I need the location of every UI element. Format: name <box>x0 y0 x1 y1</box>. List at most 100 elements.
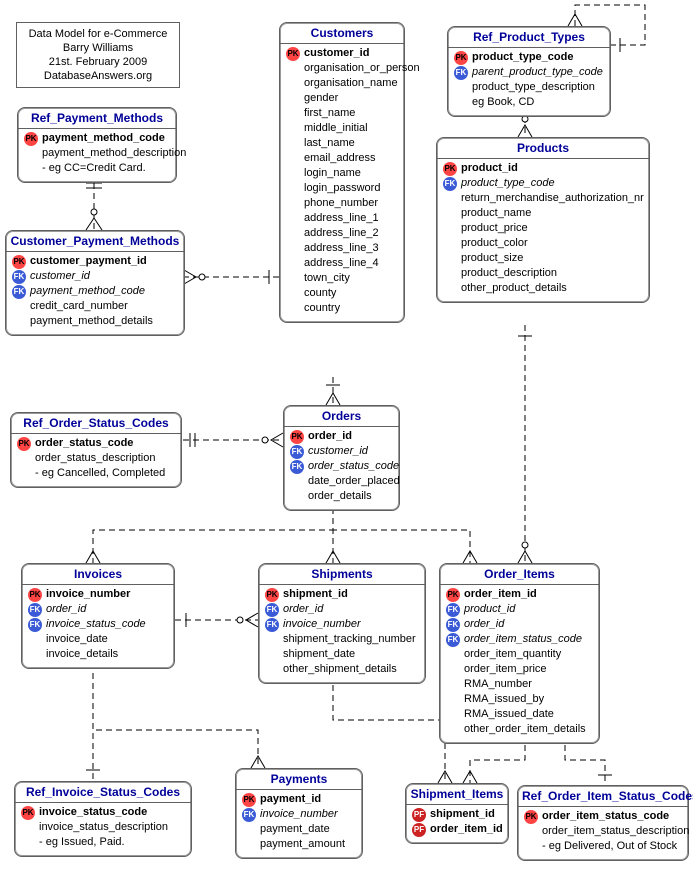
column: organisation_or_person <box>304 61 420 76</box>
column: invoice_number <box>283 617 419 632</box>
column: customer_id <box>30 269 178 284</box>
column: product_color <box>461 236 643 251</box>
entity-ref-product-types: Ref_Product_Types PKproduct_type_code FK… <box>447 26 611 117</box>
column: order_item_status_code <box>464 632 593 647</box>
column: product_id <box>464 602 593 617</box>
pk-icon: PK <box>265 588 279 602</box>
column: order_status_code <box>308 459 399 474</box>
entity-orders: Orders PK order_id FK customer_id FK order_… <box>283 405 400 511</box>
column: - eg Delivered, Out of Stock <box>542 839 682 854</box>
column: payment_method_details <box>30 314 178 329</box>
note-line: DatabaseAnswers.org <box>23 69 173 83</box>
column: county <box>304 286 398 301</box>
column: invoice_status_code <box>46 617 168 632</box>
column: organisation_name <box>304 76 398 91</box>
fk-icon: FK <box>454 66 468 80</box>
pk-icon: PK <box>28 588 42 602</box>
fk-icon: FK <box>446 618 460 632</box>
fk-icon: FK <box>443 177 457 191</box>
entity-invoices: Invoices PK invoice_number FK order_id FK i… <box>21 563 175 669</box>
entity-shipments: Shipments PKshipment_id FKorder_id FKinv… <box>258 563 426 684</box>
column: invoice_status_code <box>39 805 185 820</box>
column: parent_product_type_code <box>472 65 604 80</box>
fk-icon: FK <box>446 603 460 617</box>
column: order_item_id <box>464 587 593 602</box>
column: product_size <box>461 251 643 266</box>
pk-icon: PK <box>12 255 26 269</box>
entity-title: Order_Items <box>440 564 599 585</box>
column: shipment_tracking_number <box>283 632 419 647</box>
column: credit_card_number <box>30 299 178 314</box>
fk-icon: FK <box>265 618 279 632</box>
fk-icon: FK <box>290 460 304 474</box>
column: return_merchandise_authorization_nr <box>461 191 644 206</box>
column: customer_id <box>304 46 398 61</box>
column: email_address <box>304 151 398 166</box>
entity-title: Customers <box>280 23 404 44</box>
pk-icon: PK <box>290 430 304 444</box>
column: date_order_placed <box>308 474 400 489</box>
column: address_line_1 <box>304 211 398 226</box>
column: payment_method_code <box>30 284 178 299</box>
note-line: Data Model for e-Commerce <box>23 27 173 41</box>
pk-icon: PK <box>446 588 460 602</box>
fk-icon: FK <box>290 445 304 459</box>
column: invoice_number <box>260 807 356 822</box>
column: payment_amount <box>260 837 356 852</box>
pk-icon: PK <box>286 47 300 61</box>
column: payment_method_description <box>42 146 186 161</box>
column: RMA_issued_by <box>464 692 593 707</box>
column: address_line_4 <box>304 256 398 271</box>
column: last_name <box>304 136 398 151</box>
column: customer_payment_id <box>30 254 178 269</box>
entity-customer-payment-methods: Customer_Payment_Methods PKcustomer_paym… <box>5 230 185 336</box>
pk-icon: PK <box>17 437 31 451</box>
column: country <box>304 301 398 316</box>
column: payment_date <box>260 822 356 837</box>
entity-shipment-items: Shipment_Items PFshipment_id PForder_ite… <box>405 783 509 844</box>
fk-icon: FK <box>446 633 460 647</box>
entity-title: Ref_Order_Status_Codes <box>11 413 181 434</box>
entity-title: Payments <box>236 769 362 790</box>
column: customer_id <box>308 444 393 459</box>
entity-title: Invoices <box>22 564 174 585</box>
column: product_description <box>461 266 643 281</box>
column: order_id <box>46 602 168 617</box>
column: shipment_id <box>283 587 419 602</box>
column: - eg Issued, Paid. <box>39 835 185 850</box>
column: payment_method_code <box>42 131 170 146</box>
entity-title: Ref_Invoice_Status_Codes <box>15 782 191 803</box>
column: other_order_item_details <box>464 722 593 737</box>
entity-title: Ref_Order_Item_Status_Codes <box>518 786 688 807</box>
column: order_id <box>308 429 393 444</box>
column: gender <box>304 91 398 106</box>
column: login_password <box>304 181 398 196</box>
entity-ref-invoice-status-codes: Ref_Invoice_Status_Codes PKinvoice_statu… <box>14 781 192 857</box>
column: order_item_status_description <box>542 824 689 839</box>
column: product_name <box>461 206 643 221</box>
column: order_status_code <box>35 436 175 451</box>
pk-icon: PK <box>524 810 538 824</box>
column: first_name <box>304 106 398 121</box>
column: invoice_date <box>46 632 168 647</box>
fk-icon: FK <box>12 285 26 299</box>
column: order_id <box>464 617 593 632</box>
entity-order-items: Order_Items PK order_item_id FK product_id… <box>439 563 600 744</box>
column: payment_id <box>260 792 356 807</box>
entity-title: Orders <box>284 406 399 427</box>
column: order_item_status_code <box>542 809 682 824</box>
fk-icon: FK <box>28 603 42 617</box>
pf-icon: PF <box>412 823 426 837</box>
column: invoice_status_description <box>39 820 185 835</box>
column: invoice_number <box>46 587 168 602</box>
column: - eg Cancelled, Completed <box>35 466 175 481</box>
column: order_item_price <box>464 662 593 677</box>
entity-customers: Customers PKcustomer_id organisation_or_… <box>279 22 405 323</box>
column: order_status_description <box>35 451 175 466</box>
entity-title: Shipments <box>259 564 425 585</box>
fk-icon: FK <box>28 618 42 632</box>
column: RMA_issued_date <box>464 707 593 722</box>
column: town_city <box>304 271 398 286</box>
column: middle_initial <box>304 121 398 136</box>
note-line: Barry Williams <box>23 41 173 55</box>
